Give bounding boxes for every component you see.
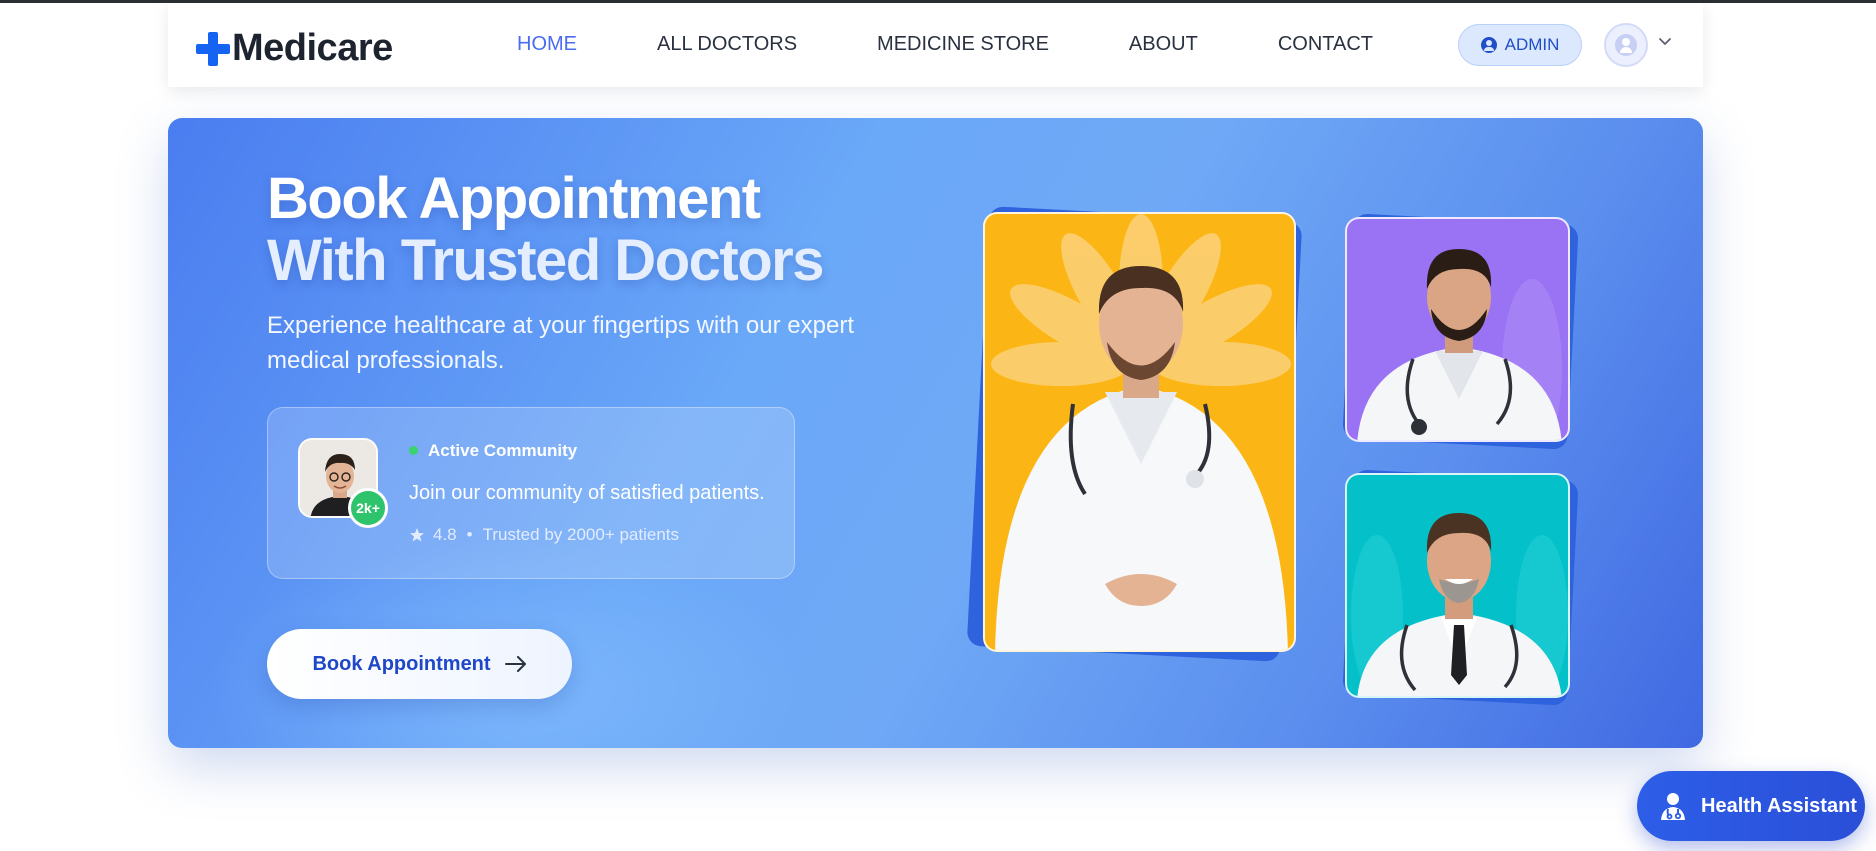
admin-label: ADMIN	[1504, 35, 1560, 54]
nav-link-all-doctors[interactable]: ALL DOCTORS	[657, 33, 797, 56]
nav-link-about[interactable]: ABOUT	[1129, 33, 1198, 56]
rating-separator: •	[466, 525, 473, 544]
online-status-dot	[409, 446, 418, 455]
doctor-card-main[interactable]	[983, 212, 1296, 652]
doctor-card-tertiary[interactable]	[1345, 473, 1570, 698]
hero-title-line2: With Trusted Doctors	[267, 228, 824, 293]
navbar: Medicare HOME ALL DOCTORS MEDICINE STORE…	[168, 3, 1703, 87]
doctor-card-secondary[interactable]	[1345, 217, 1570, 442]
rating-value: 4.8	[433, 525, 457, 544]
health-assistant-label: Health Assistant	[1701, 794, 1857, 817]
doctor-photo	[1357, 249, 1562, 440]
arrow-right-icon	[504, 656, 526, 672]
brand-name: Medicare	[232, 27, 393, 69]
community-text: Join our community of satisfied patients…	[409, 482, 765, 504]
star-icon	[410, 528, 424, 542]
doctor-photo	[1351, 513, 1568, 696]
community-count-badge: 2k+	[348, 488, 388, 528]
hero-subtitle: Experience healthcare at your fingertips…	[267, 312, 854, 374]
nav-links: HOME ALL DOCTORS MEDICINE STORE ABOUT CO…	[517, 33, 1373, 56]
logo[interactable]: Medicare	[196, 27, 393, 70]
hero-title: Book Appointment With Trusted Doctors	[267, 168, 967, 292]
nav-link-home[interactable]: HOME	[517, 33, 577, 56]
nav-link-medicine-store[interactable]: MEDICINE STORE	[877, 33, 1049, 56]
admin-button[interactable]: ADMIN	[1458, 24, 1582, 66]
doctor-photo	[991, 214, 1291, 650]
hero-banner: Book Appointment With Trusted Doctors Ex…	[168, 118, 1703, 748]
book-appointment-label: Book Appointment	[312, 652, 491, 675]
chevron-down-icon[interactable]	[1658, 35, 1672, 49]
user-circle-icon	[1480, 37, 1497, 53]
community-card: 2k+ Active Community Join our community …	[267, 407, 795, 579]
trusted-text: Trusted by 2000+ patients	[482, 525, 680, 544]
doctor-icon	[1661, 793, 1685, 820]
community-label: Active Community	[428, 441, 578, 460]
health-assistant-button[interactable]: Health Assistant	[1637, 771, 1865, 841]
user-avatar[interactable]	[1604, 23, 1648, 67]
nav-link-contact[interactable]: CONTACT	[1278, 33, 1373, 56]
book-appointment-button[interactable]: Book Appointment	[267, 629, 572, 699]
hero-title-line1: Book Appointment	[267, 166, 761, 231]
community-rating: 4.8 • Trusted by 2000+ patients	[409, 525, 679, 545]
medical-cross-icon	[196, 31, 230, 66]
user-avatar-icon	[1615, 34, 1637, 56]
